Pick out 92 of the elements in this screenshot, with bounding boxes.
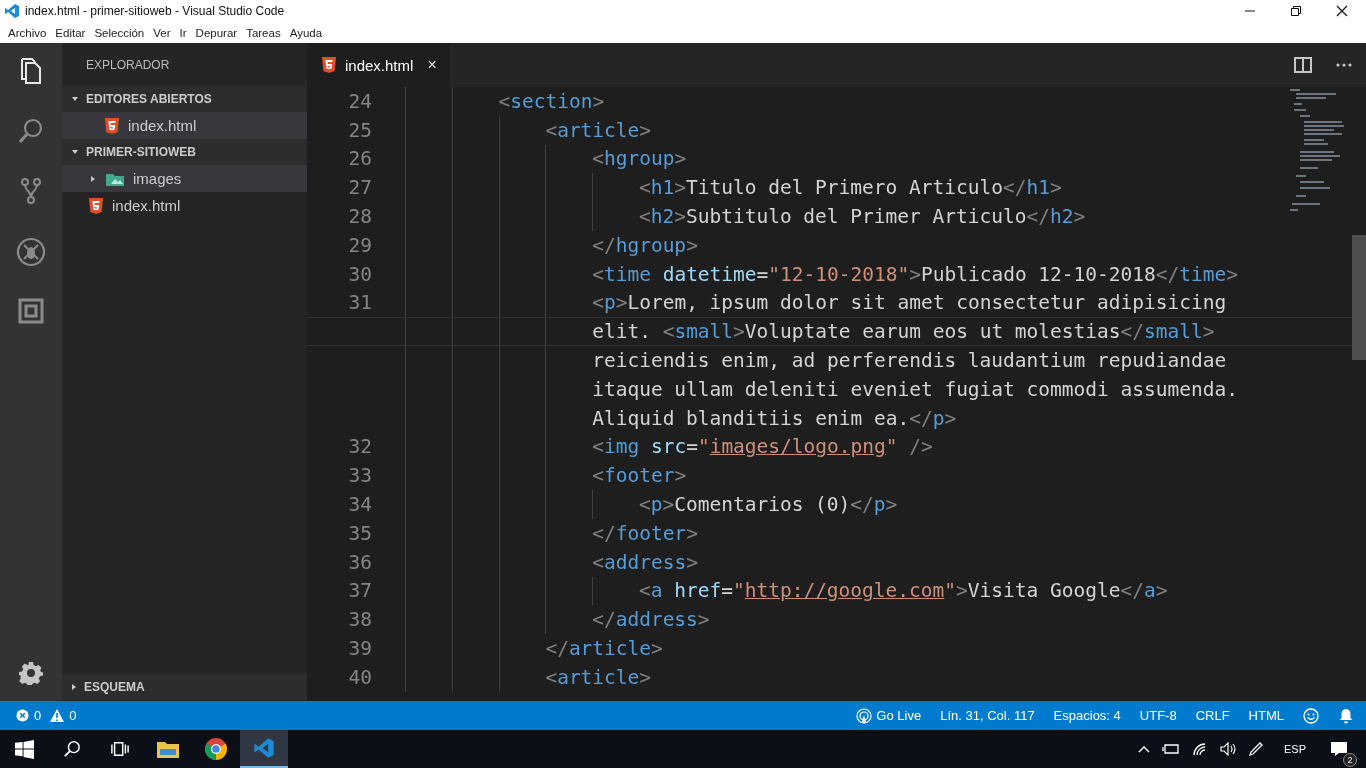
- battery-icon[interactable]: [1162, 743, 1180, 755]
- notification-count: 2: [1343, 753, 1357, 767]
- section-header[interactable]: ESQUEMA: [62, 674, 307, 700]
- code-line: <h1>Titulo del Primero Articulo</h1>: [639, 176, 1062, 200]
- code-line: Aliquid blanditiis enim ea.</p>: [592, 406, 957, 430]
- settings-icon[interactable]: [19, 661, 43, 685]
- folder-item[interactable]: images: [62, 165, 307, 192]
- file-item[interactable]: index.html: [62, 192, 307, 219]
- html-file-icon: [89, 197, 103, 214]
- code-line: itaque ullam deleniti eveniet fugiat commodi assumenda.: [592, 377, 1238, 401]
- volume-icon[interactable]: [1220, 742, 1236, 756]
- warning-icon: [50, 709, 65, 722]
- menu-item[interactable]: Ayuda: [289, 26, 323, 39]
- line-number: 36: [348, 550, 372, 574]
- wifi-icon[interactable]: [1192, 742, 1208, 756]
- sidebar-title: EXPLORADOR: [86, 57, 170, 72]
- line-number: 40: [348, 665, 372, 689]
- notifications-icon[interactable]: [1330, 741, 1348, 757]
- code-line: <img src="images/logo.png" />: [592, 435, 933, 459]
- code-line: <footer>: [592, 464, 687, 488]
- line-number: 28: [348, 205, 372, 229]
- code-line: </footer>: [592, 521, 698, 545]
- error-icon: [16, 709, 29, 722]
- line-number: 27: [348, 176, 372, 200]
- warning-count: 0: [69, 708, 77, 723]
- line-number: 25: [348, 118, 372, 142]
- menu-item[interactable]: Selección: [94, 26, 145, 39]
- code-line: <p>Comentarios (0)</p>: [639, 493, 898, 517]
- status-item[interactable]: CRLF: [1195, 708, 1230, 723]
- tab-label: index.html: [345, 56, 414, 74]
- code-line: <p>Lorem, ipsum dolor sit amet consectetur adipisicing: [592, 291, 1227, 315]
- go-live-button[interactable]: Go Live: [856, 707, 922, 724]
- status-item[interactable]: Lín. 31, Col. 117: [940, 708, 1035, 723]
- smiley-icon[interactable]: [1303, 707, 1319, 724]
- code-line: <address>: [592, 550, 698, 574]
- line-number: 32: [348, 435, 372, 459]
- line-number: 29: [348, 233, 372, 257]
- code-line: elit. <small>Voluptate earum eos ut molestias</small>: [592, 320, 1215, 344]
- code-line: <h2>Subtitulo del Primer Articulo</h2>: [639, 205, 1086, 229]
- status-item[interactable]: UTF-8: [1139, 708, 1177, 723]
- chevron-up-icon[interactable]: [1138, 745, 1150, 753]
- code-line: <article>: [545, 118, 652, 142]
- code-editor-icon[interactable]: [240, 730, 288, 768]
- section-header[interactable]: PRIMER-SITIOWEB: [62, 139, 307, 165]
- html-file-icon: [105, 117, 119, 134]
- problems-indicator[interactable]: 0 0: [16, 708, 81, 723]
- more-icon[interactable]: [1336, 63, 1352, 67]
- code-line: <article>: [545, 665, 652, 689]
- pen-icon[interactable]: [1248, 741, 1264, 757]
- menu-item[interactable]: Editar: [55, 26, 86, 39]
- line-number: 26: [348, 147, 372, 171]
- line-number: 37: [348, 579, 372, 603]
- chevron-icon: [89, 174, 97, 183]
- code-line: <a href="http://google.com">Visita Google</a>: [639, 579, 1168, 603]
- status-item[interactable]: HTML: [1248, 708, 1284, 723]
- line-number: 31: [348, 291, 372, 315]
- keyboard-language[interactable]: ESP: [1284, 743, 1306, 755]
- html-file-icon: [322, 57, 336, 73]
- menu-item[interactable]: Tareas: [246, 26, 281, 39]
- line-number: 24: [348, 89, 372, 113]
- broadcast-icon: [856, 707, 873, 724]
- scrollbar-thumb[interactable]: [1352, 235, 1366, 360]
- restore-icon[interactable]: [1290, 5, 1302, 17]
- code-line: <time datetime="12-10-2018">Publicado 12-10-2018</time>: [592, 262, 1238, 286]
- editor-tab[interactable]: index.html ×: [307, 43, 450, 87]
- code-line: <hgroup>: [592, 147, 687, 171]
- menu-item[interactable]: Ir: [179, 26, 187, 39]
- menu-item[interactable]: Depurar: [195, 26, 238, 39]
- section-header[interactable]: EDITORES ABIERTOS: [62, 86, 307, 112]
- code-line: reiciendis enim, ad perferendis laudantium repudiandae: [592, 349, 1227, 373]
- line-number: 34: [348, 493, 372, 517]
- code-line: <section>: [498, 89, 605, 113]
- menu-item[interactable]: Archivo: [8, 26, 47, 39]
- code-line: </article>: [545, 637, 663, 661]
- line-number: 35: [348, 521, 372, 545]
- app-logo-icon: [4, 3, 20, 19]
- code-line: </address>: [592, 608, 710, 632]
- line-number: 30: [348, 262, 372, 286]
- menu-item[interactable]: Ver: [153, 26, 171, 39]
- line-number: 39: [348, 637, 372, 661]
- split-editor-icon[interactable]: [1294, 57, 1312, 73]
- image-folder-icon: [106, 171, 124, 186]
- code-line: </hgroup>: [592, 233, 698, 257]
- bell-icon[interactable]: [1338, 707, 1354, 724]
- status-item[interactable]: Espacios: 4: [1053, 708, 1121, 723]
- window-title: index.html - primer-sitioweb - Visual Studio Code: [25, 4, 286, 18]
- error-count: 0: [34, 708, 42, 723]
- close-tab-button[interactable]: ×: [427, 56, 437, 74]
- file-item[interactable]: index.html: [62, 112, 307, 139]
- line-number: 33: [348, 464, 372, 488]
- line-number: 38: [348, 608, 372, 632]
- close-icon[interactable]: [1336, 5, 1348, 17]
